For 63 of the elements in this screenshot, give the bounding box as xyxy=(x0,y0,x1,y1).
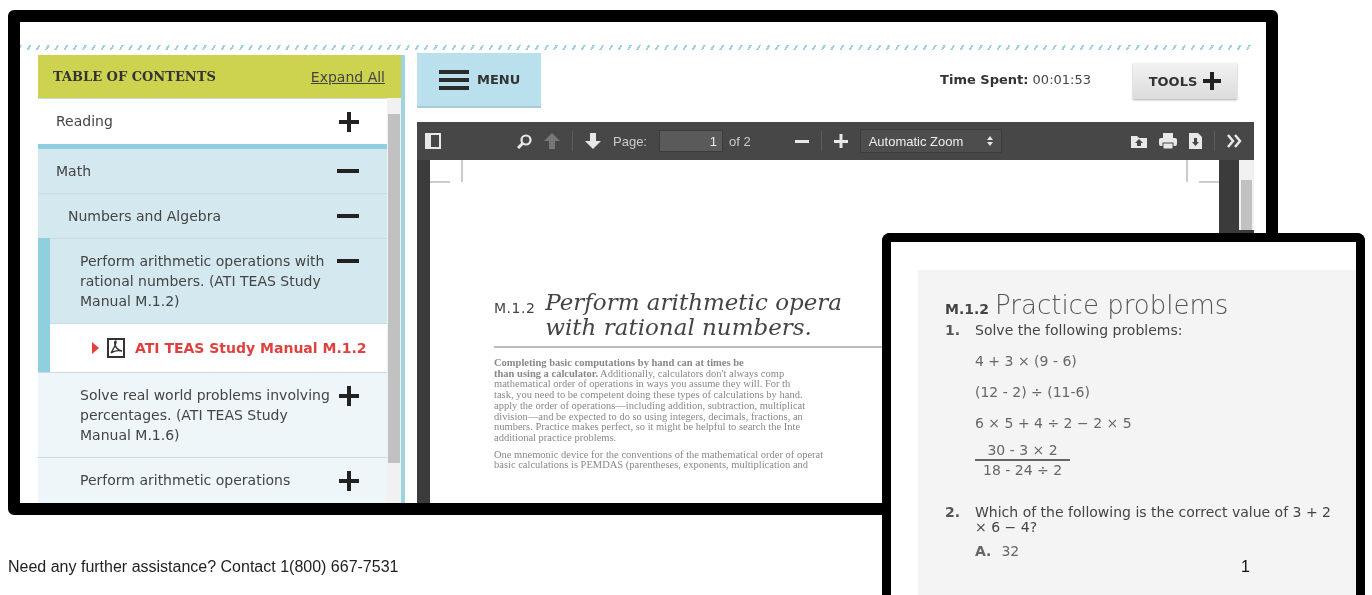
expand-all-link[interactable]: Expand All xyxy=(310,68,385,85)
math-expression: 6 × 5 + 4 ÷ 2 − 2 × 5 xyxy=(975,414,1133,433)
text-line: numbers. Practice makes perfect, so it might be helpful to search the Inte xyxy=(494,422,801,433)
crop-mark-icon xyxy=(1186,160,1219,183)
document-title: Perform arithmetic opera xyxy=(545,290,843,315)
down-arrow-icon[interactable] xyxy=(585,133,601,149)
help-text: Need any further assistance? Contact 1(800) 667-7531 xyxy=(8,558,399,576)
math-expression: 4 + 3 × (9 - 6) xyxy=(975,352,1078,371)
plus-icon xyxy=(339,386,359,406)
text-line: apply the order of operations—including addition, subtraction, multiplicat xyxy=(494,400,806,412)
scrollbar[interactable] xyxy=(387,98,401,503)
plus-icon xyxy=(339,112,359,132)
text-line: division—and be expected to do so using integers, decimals, fractions, an xyxy=(494,411,803,423)
pdf-file-icon xyxy=(107,338,125,358)
scrollbar[interactable] xyxy=(1239,160,1254,230)
text-line: Completing basic computations by hand can at times be xyxy=(494,358,744,369)
toc-item[interactable]: Numbers and Algebra xyxy=(38,193,387,238)
double-chevron-icon[interactable] xyxy=(1227,134,1242,148)
toc-item[interactable]: Solve real world problems involving percentages. (ATI TEAS Study Manual M.1.6) xyxy=(38,372,387,457)
minus-icon xyxy=(337,259,359,263)
tools-button[interactable]: TOOLS xyxy=(1133,63,1237,99)
question-text: Solve the following problems: xyxy=(975,323,1184,338)
menu-icon xyxy=(439,69,469,90)
question-number: 2. xyxy=(945,505,962,522)
section-title: Practice problems xyxy=(995,290,1229,320)
plus-icon xyxy=(339,471,359,491)
section-number: M.1.2 xyxy=(494,300,536,316)
text-line: basic calculations is PEMDAS (parentheses, exponents, multiplication and xyxy=(494,460,809,472)
sidebar-toggle-icon[interactable] xyxy=(425,133,441,149)
page-number-field[interactable]: 1 xyxy=(659,130,723,152)
page-label: Page: xyxy=(613,133,647,149)
minus-icon xyxy=(337,214,359,218)
toc-title: TABLE OF CONTENTS xyxy=(53,69,216,84)
answer-option[interactable]: A. 32 xyxy=(975,543,1335,559)
download-icon[interactable] xyxy=(1189,133,1202,149)
toc-item[interactable]: Perform arithmetic operations xyxy=(38,457,387,503)
print-icon[interactable] xyxy=(1159,133,1177,149)
page-number: 1 xyxy=(1241,558,1250,576)
question-number: 1. xyxy=(945,323,962,340)
zoom-in-icon[interactable] xyxy=(833,134,848,148)
menu-button[interactable]: MENU xyxy=(417,53,541,108)
crop-mark-icon xyxy=(430,160,463,183)
search-icon[interactable] xyxy=(517,133,532,149)
text-line: One mnemonic device for the conventions of the mathematical order of operat xyxy=(494,449,824,460)
text-line: mathematical order of operations in ways you assume they will. For th xyxy=(494,379,791,390)
math-expression: (12 - 2) ÷ (11-6) xyxy=(975,383,1091,402)
time-spent: Time Spent: 00:01:53 xyxy=(940,72,1091,87)
text-line: additional practice problems. xyxy=(494,432,617,444)
page-count: of 2 xyxy=(729,133,751,149)
toc-item[interactable]: Perform arithmetic operations with rational numbers. (ATI TEAS Study Manual M.1.2) xyxy=(50,238,387,323)
open-file-icon[interactable] xyxy=(1131,133,1147,149)
text-line: task, you need to be competent doing these types of calculations by hand. xyxy=(494,390,803,401)
section-number: M.1.2 xyxy=(945,301,990,317)
text-line: than using a calculator. Additionally, calculators don't always comp xyxy=(494,368,785,379)
minus-icon xyxy=(337,169,359,173)
question-text: Which of the following is the correct value of 3 + 2 × 6 − 4? xyxy=(975,505,1332,535)
plus-icon xyxy=(1203,72,1222,90)
math-fraction: 30 - 3 × 2 18 - 24 ÷ 2 xyxy=(975,441,1071,479)
dropdown-arrows-icon xyxy=(986,136,993,146)
toc-item[interactable]: Math xyxy=(38,144,387,193)
caret-icon xyxy=(92,342,99,354)
zoom-dropdown[interactable]: Automatic Zoom xyxy=(859,129,1002,153)
document-title: with rational numbers. xyxy=(545,315,812,340)
